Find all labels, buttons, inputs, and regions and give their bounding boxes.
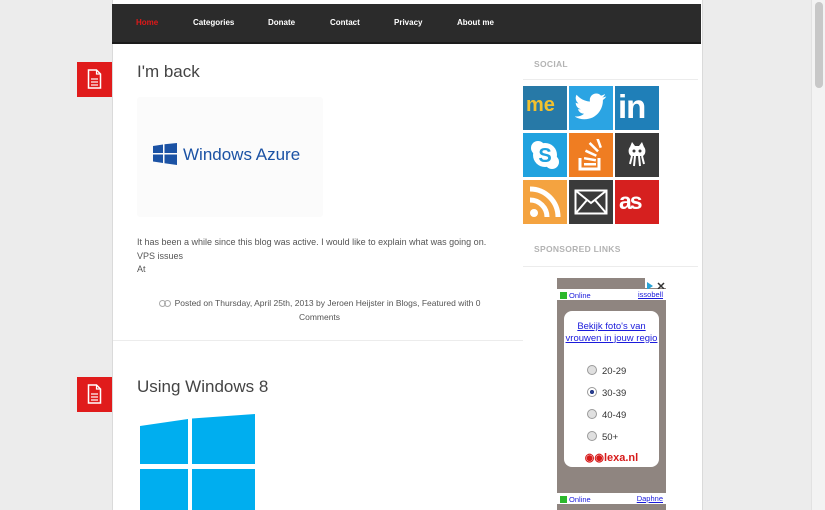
nav-donate[interactable]: Donate [268,4,295,42]
rss-icon[interactable] [523,180,567,224]
age-option[interactable]: 20-29 [587,365,626,377]
ad-profile-bar-top[interactable]: Online issobell [557,289,666,300]
post-featured-image[interactable]: Windows Azure [137,97,323,217]
aboutme-icon[interactable]: me [523,86,567,130]
excerpt-line: VPS issues [137,250,184,261]
post-document-icon [77,377,112,412]
online-status: Online [560,291,591,300]
aboutme-label: me [526,94,555,116]
ad-profile-bar-bottom[interactable]: Online Daphne [557,493,666,504]
link-icon [158,300,171,308]
scrollbar-thumb[interactable] [815,2,823,88]
linkedin-icon[interactable]: in [615,86,659,130]
lastfm-icon[interactable]: as [615,180,659,224]
ad-username[interactable]: Daphne [637,494,663,503]
ad-username[interactable]: issobell [638,290,663,299]
email-icon[interactable] [569,180,613,224]
nav-home[interactable]: Home [136,4,158,42]
sponsored-ad[interactable]: Online issobell Bekijk foto's van vrouwe… [557,278,666,510]
meta-line-2[interactable]: Comments [299,312,340,322]
ad-brand-logo[interactable]: ◉◉lexa.nl [564,451,659,464]
age-option[interactable]: 50+ [587,431,618,443]
post-document-icon [77,62,112,97]
nav-privacy[interactable]: Privacy [394,4,422,42]
svg-text:S: S [538,145,551,167]
nav-contact[interactable]: Contact [330,4,360,42]
excerpt-line: At [137,264,146,274]
ad-choices-icon[interactable] [645,278,666,290]
post-meta: Posted on Thursday, April 25th, 2013 by … [137,296,502,324]
post-divider [113,340,523,341]
age-option[interactable]: 30-39 [587,387,626,399]
age-option[interactable]: 40-49 [587,409,626,421]
twitter-icon[interactable] [569,86,613,130]
sidebar-divider [523,266,698,267]
page-scrollbar[interactable] [811,0,825,510]
online-status: Online [560,495,591,504]
social-heading: SOCIAL [534,59,568,69]
github-icon[interactable] [615,133,659,177]
skype-icon[interactable]: S [523,133,567,177]
stackoverflow-icon[interactable] [569,133,613,177]
post-title[interactable]: Using Windows 8 [137,377,268,397]
azure-image-text: Windows Azure [183,145,301,164]
nav-about-me[interactable]: About me [457,4,494,42]
ad-card[interactable]: Bekijk foto's van vrouwen in jouw regio … [564,311,659,467]
meta-line-1: Posted on Thursday, April 25th, 2013 by … [174,298,481,308]
post-title[interactable]: I'm back [137,62,200,82]
main-nav: Home Categories Donate Contact Privacy A… [112,4,701,44]
sponsored-heading: SPONSORED LINKS [534,244,621,254]
post-excerpt: It has been a while since this blog was … [137,236,502,277]
nav-categories[interactable]: Categories [193,4,234,42]
excerpt-line: It has been a while since this blog was … [137,237,487,247]
ad-headline[interactable]: Bekijk foto's van vrouwen in jouw regio [564,321,659,344]
windows8-logo-image[interactable] [140,414,256,510]
sidebar-divider [523,79,698,80]
windows-logo-icon [153,143,177,165]
